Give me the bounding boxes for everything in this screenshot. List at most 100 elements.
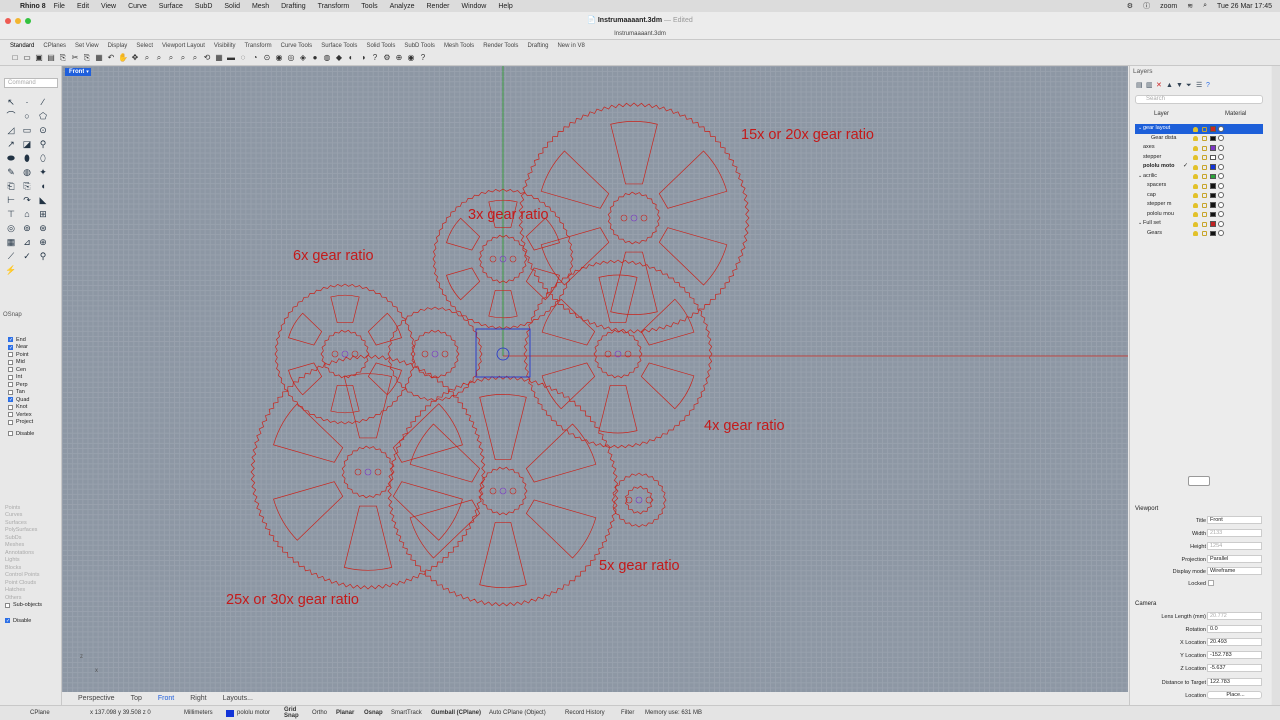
menu-subd[interactable]: SubD [195,3,213,10]
light-icon[interactable]: ◐ [346,53,356,63]
zoom-selected-icon[interactable]: ⌕ [178,53,188,63]
lock-icon[interactable] [1202,212,1207,217]
height-field[interactable]: 1254 [1207,542,1262,550]
material-swatch[interactable] [1218,211,1224,218]
view-tab-top[interactable]: Top [131,695,142,702]
tool-15-icon[interactable]: ✎ [5,166,17,178]
ortho-toggle[interactable]: Ortho [312,710,336,716]
lightbulb-icon[interactable] [1193,231,1198,236]
layer-row[interactable]: ⌄ gear layout [1135,124,1263,134]
lock-icon[interactable] [1202,193,1207,198]
filter-blocks[interactable]: Blocks [5,564,42,572]
view-tab-perspective[interactable]: Perspective [78,695,115,702]
point-icon[interactable]: ◔ [250,53,260,63]
tab-drafting[interactable]: Drafting [527,43,548,49]
filter-polysurfaces[interactable]: PolySurfaces [5,527,42,535]
menu-surface[interactable]: Surface [159,3,183,10]
list-icon[interactable]: ☰ [1196,82,1203,89]
tool-4-icon[interactable]: ○ [21,110,33,122]
filter-annotations[interactable]: Annotations [5,549,42,557]
tab-display[interactable]: Display [108,43,128,49]
tool-1-icon[interactable]: · [21,96,33,108]
tool-19-icon[interactable]: ⎘ [21,180,33,192]
tool-35-icon[interactable]: ⚲ [37,250,49,262]
checkbox-icon[interactable]: ✓ [8,344,13,350]
y-location-field[interactable]: -152.783 [1207,651,1262,659]
filter-points[interactable]: Points [5,504,42,512]
lock-icon[interactable] [1202,164,1207,170]
ellipse-icon[interactable]: ⊙ [262,53,272,63]
layer-row[interactable]: stepper m [1135,200,1263,210]
filter-toggle[interactable]: Filter [621,710,645,716]
cplane-status[interactable]: CPlane [30,710,90,716]
lightbulb-icon[interactable] [1193,145,1198,151]
lightbulb-icon[interactable] [1193,155,1198,160]
viewport-front[interactable]: Front ▾ 15x or 20x gear ratio 3x gear ra… [62,66,1128,692]
tab-new-in-v8[interactable]: New in V8 [557,43,584,49]
material-swatch[interactable] [1218,173,1224,180]
clock[interactable]: Tue 26 Mar 17:45 [1217,3,1272,10]
camera-tab-icon[interactable] [1188,476,1210,486]
checkbox-icon[interactable] [8,412,13,418]
layer-row[interactable]: Gears [1135,229,1263,239]
tool-33-icon[interactable]: ⟋ [5,250,17,262]
osnap-tan[interactable]: Tan [8,389,34,397]
checkbox-icon[interactable] [8,367,13,373]
render-icon[interactable]: ◎ [286,53,296,63]
tool-24-icon[interactable]: ⊤ [5,208,17,220]
menu-view[interactable]: View [101,3,116,10]
checkbox-icon[interactable]: ✓ [5,618,10,624]
lock-icon[interactable] [1202,145,1207,151]
zoom-extents-icon[interactable]: ⌕ [166,53,176,63]
layer-row[interactable]: ⌄ acrilic [1135,172,1263,182]
tool-29-icon[interactable]: ⊛ [37,222,49,234]
move-down-icon[interactable]: ▼ [1176,82,1183,89]
search-icon[interactable]: ⌕ [1203,2,1207,10]
info-icon[interactable]: ? [418,53,428,63]
tool-7-icon[interactable]: ▭ [21,124,33,136]
menu-mesh[interactable]: Mesh [252,3,269,10]
filter-curves[interactable]: Curves [5,512,42,520]
options-icon[interactable]: ⚙ [382,53,392,63]
menu-drafting[interactable]: Drafting [281,3,306,10]
viewport-menu-icon[interactable]: ▾ [84,68,91,76]
material-swatch[interactable] [1218,125,1224,132]
tool-13-icon[interactable]: ⬮ [21,152,33,164]
tool-22-icon[interactable]: ↷ [21,194,33,206]
filter-control-points[interactable]: Control Points [5,572,42,580]
tool-25-icon[interactable]: ⌂ [21,208,33,220]
material-swatch[interactable] [1218,182,1224,189]
material-column[interactable]: Material [1225,111,1246,117]
tool-21-icon[interactable]: ⊢ [5,194,17,206]
lock-icon[interactable] [1202,155,1207,160]
lightbulb-icon[interactable] [1193,221,1198,227]
material-swatch[interactable] [1218,192,1224,199]
filter-meshes[interactable]: Meshes [5,542,42,550]
help-icon[interactable]: ? [370,53,380,63]
place-button[interactable]: Place... [1207,691,1262,699]
tool-11-icon[interactable]: ⚲ [37,138,49,150]
checkbox-icon[interactable] [8,419,13,425]
layer-row[interactable]: stepper [1135,153,1263,163]
osnap-vertex[interactable]: Vertex [8,411,34,419]
osnap-perp[interactable]: Perp [8,381,34,389]
smarttrack-toggle[interactable]: SmartTrack [391,710,431,716]
zoom-all-icon[interactable]: ⌕ [190,53,200,63]
view-tab-right[interactable]: Right [190,695,206,702]
tool-32-icon[interactable]: ⊕ [37,236,49,248]
tool-20-icon[interactable]: ◖ [37,180,49,192]
current-layer[interactable]: pololu motor [237,710,284,716]
osnap-quad[interactable]: ✓ Quad [8,396,34,404]
properties-icon[interactable]: ⊕ [394,53,404,63]
menu-render[interactable]: Render [427,3,450,10]
ghost-icon[interactable]: ◍ [322,53,332,63]
menu-tools[interactable]: Tools [361,3,377,10]
tool-8-icon[interactable]: ⊙ [37,124,49,136]
layer-color-swatch[interactable] [1210,145,1216,151]
layer-color-swatch[interactable] [1210,126,1216,132]
checkbox-icon[interactable] [8,374,13,380]
lightbulb-icon[interactable] [1193,136,1198,141]
zoom-window-icon[interactable]: ⌕ [154,53,164,63]
grid-snap-toggle[interactable]: Grid Snap [284,707,312,719]
osnap-toggle[interactable]: Osnap [364,710,391,716]
